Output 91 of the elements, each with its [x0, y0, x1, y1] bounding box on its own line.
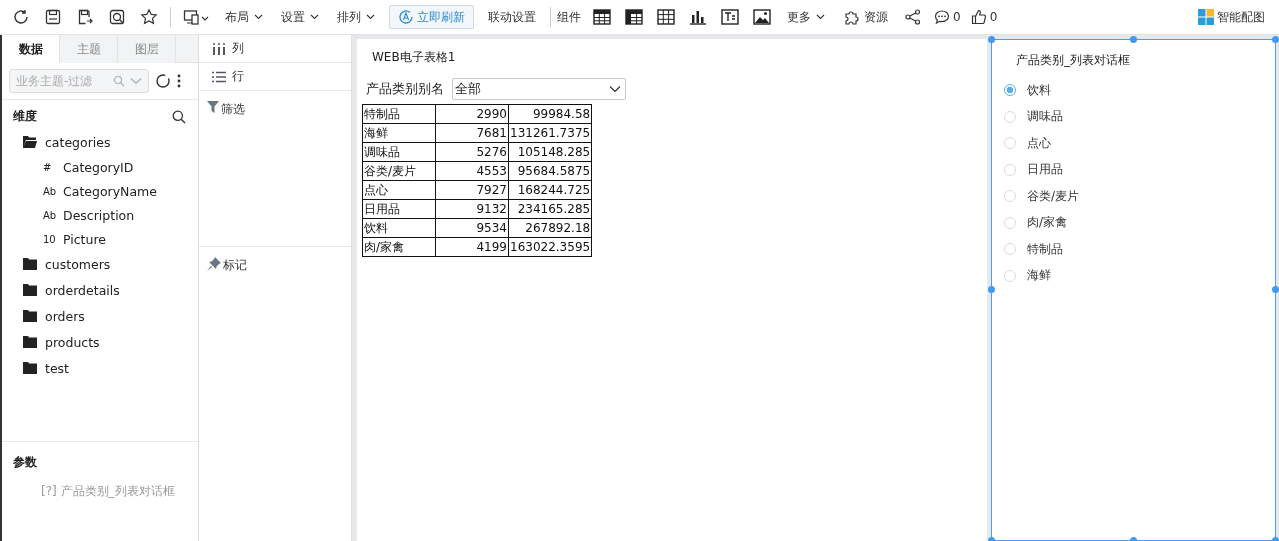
field-item[interactable]: Ab CategoryName	[2, 179, 198, 203]
table-cell: 99984.58	[508, 104, 592, 124]
list-icon	[212, 70, 226, 83]
table-cell: 168244.725	[508, 180, 592, 200]
table-cell: 7927	[435, 180, 509, 200]
table-cell: 肉/家禽	[362, 237, 436, 257]
table-node[interactable]: test	[2, 355, 198, 381]
sidebar-tab[interactable]: 数据	[2, 35, 60, 63]
marks-shelf[interactable]: 标记	[199, 247, 351, 541]
field-item[interactable]: Ab Description	[2, 203, 198, 227]
table-cell: 7681	[435, 123, 509, 143]
columns-icon	[212, 42, 226, 55]
table-node[interactable]: categories	[2, 129, 198, 155]
radio-option[interactable]: 饮料	[1004, 77, 1263, 104]
list-dialog-title: 产品类别_列表对话框	[1015, 52, 1131, 69]
resize-handle[interactable]	[988, 286, 995, 293]
parameters-title: 参数	[13, 455, 37, 469]
table-cell: 海鲜	[362, 123, 436, 143]
filter-icon	[207, 101, 219, 113]
refresh-icon	[398, 9, 414, 25]
link-settings-button[interactable]: 联动设置	[480, 5, 544, 29]
resize-handle[interactable]	[988, 36, 995, 43]
radio-option[interactable]: 点心	[1004, 130, 1263, 157]
filter-shelf[interactable]: 筛选	[199, 91, 351, 247]
table-cell: 267892.18	[508, 218, 592, 238]
table-cell: 特制品	[362, 104, 436, 124]
table-cell: 2990	[435, 104, 509, 124]
list-dialog-panel[interactable]: 产品类别_列表对话框 饮料 调味品 点心 日用品 谷类/麦片 肉/家禽 特制品 海鲜	[991, 39, 1276, 541]
table-cell: 4199	[435, 237, 509, 257]
table-cell: 234165.285	[508, 199, 592, 219]
table-cell: 5276	[435, 142, 509, 162]
caret-icon	[609, 85, 621, 93]
spreadsheet-title: WEB电子表格1	[371, 49, 457, 66]
resize-handle[interactable]	[1272, 36, 1279, 43]
table-node[interactable]: customers	[2, 251, 198, 277]
likes-button[interactable]: 0	[966, 5, 1002, 29]
refresh-icon[interactable]	[155, 73, 171, 89]
more-dropdown[interactable]: 更多	[779, 5, 833, 29]
radio-option[interactable]: 调味品	[1004, 103, 1263, 130]
caret-icon	[310, 14, 319, 20]
radio-option[interactable]: 海鲜	[1004, 262, 1263, 289]
table-cell: 105148.285	[508, 142, 592, 162]
refresh-now-button[interactable]: 立即刷新	[389, 5, 474, 29]
table-cell: 谷类/麦片	[362, 161, 436, 181]
table-cell: 131261.7375	[508, 123, 592, 143]
puzzle-icon	[843, 8, 861, 26]
menu-dropdown[interactable]: 排列	[329, 5, 383, 29]
caret-icon	[366, 14, 375, 20]
radio-option[interactable]: 谷类/麦片	[1004, 183, 1263, 210]
table-cell: 163022.3595	[508, 237, 592, 257]
table-cell: 9132	[435, 199, 509, 219]
search-icon	[113, 75, 125, 87]
resources-button[interactable]: 资源	[835, 5, 896, 29]
field-item[interactable]: # CategoryID	[2, 155, 198, 179]
thumbs-up-icon	[970, 9, 987, 25]
caret-icon	[254, 14, 263, 20]
columns-shelf[interactable]: 列	[199, 35, 351, 63]
field-item[interactable]: 10 Picture	[2, 227, 198, 251]
caret-icon[interactable]	[130, 77, 142, 85]
radio-option[interactable]: 肉/家禽	[1004, 209, 1263, 236]
table-cell: 点心	[362, 180, 436, 200]
table-cell: 4553	[435, 161, 509, 181]
caret-icon	[816, 14, 825, 20]
smart-colors-button[interactable]: 智能配图	[1190, 5, 1273, 29]
resize-handle[interactable]	[1272, 286, 1279, 293]
menu-dropdown[interactable]: 布局	[217, 5, 271, 29]
table-cell: 调味品	[362, 142, 436, 162]
filter-label: 产品类别别名	[366, 80, 444, 98]
table-cell: 日用品	[362, 199, 436, 219]
radio-button[interactable]	[1004, 84, 1016, 97]
table-node[interactable]: products	[2, 329, 198, 355]
table-cell: 饮料	[362, 218, 436, 238]
comment-icon	[934, 9, 950, 25]
tiles-icon	[1198, 9, 1214, 25]
table-node[interactable]: orders	[2, 303, 198, 329]
radio-option[interactable]: 日用品	[1004, 156, 1263, 183]
subject-filter-field[interactable]: 业务主题-过滤	[9, 69, 149, 93]
components-label: 组件	[557, 8, 581, 26]
menu-dropdown[interactable]: 设置	[273, 5, 327, 29]
table-node[interactable]: orderdetails	[2, 277, 198, 303]
resize-handle[interactable]	[1129, 36, 1137, 43]
dimensions-title: 维度	[13, 108, 37, 125]
radio-option[interactable]: 特制品	[1004, 236, 1263, 263]
search-icon[interactable]	[172, 109, 186, 124]
rows-shelf[interactable]: 行	[199, 63, 351, 91]
category-select[interactable]: 全部	[452, 78, 626, 100]
more-options-icon[interactable]	[177, 74, 181, 88]
table-cell: 95684.5875	[508, 161, 592, 181]
table-cell: 9534	[435, 218, 509, 238]
pin-icon	[207, 257, 221, 271]
comments-button[interactable]: 0	[930, 5, 965, 29]
